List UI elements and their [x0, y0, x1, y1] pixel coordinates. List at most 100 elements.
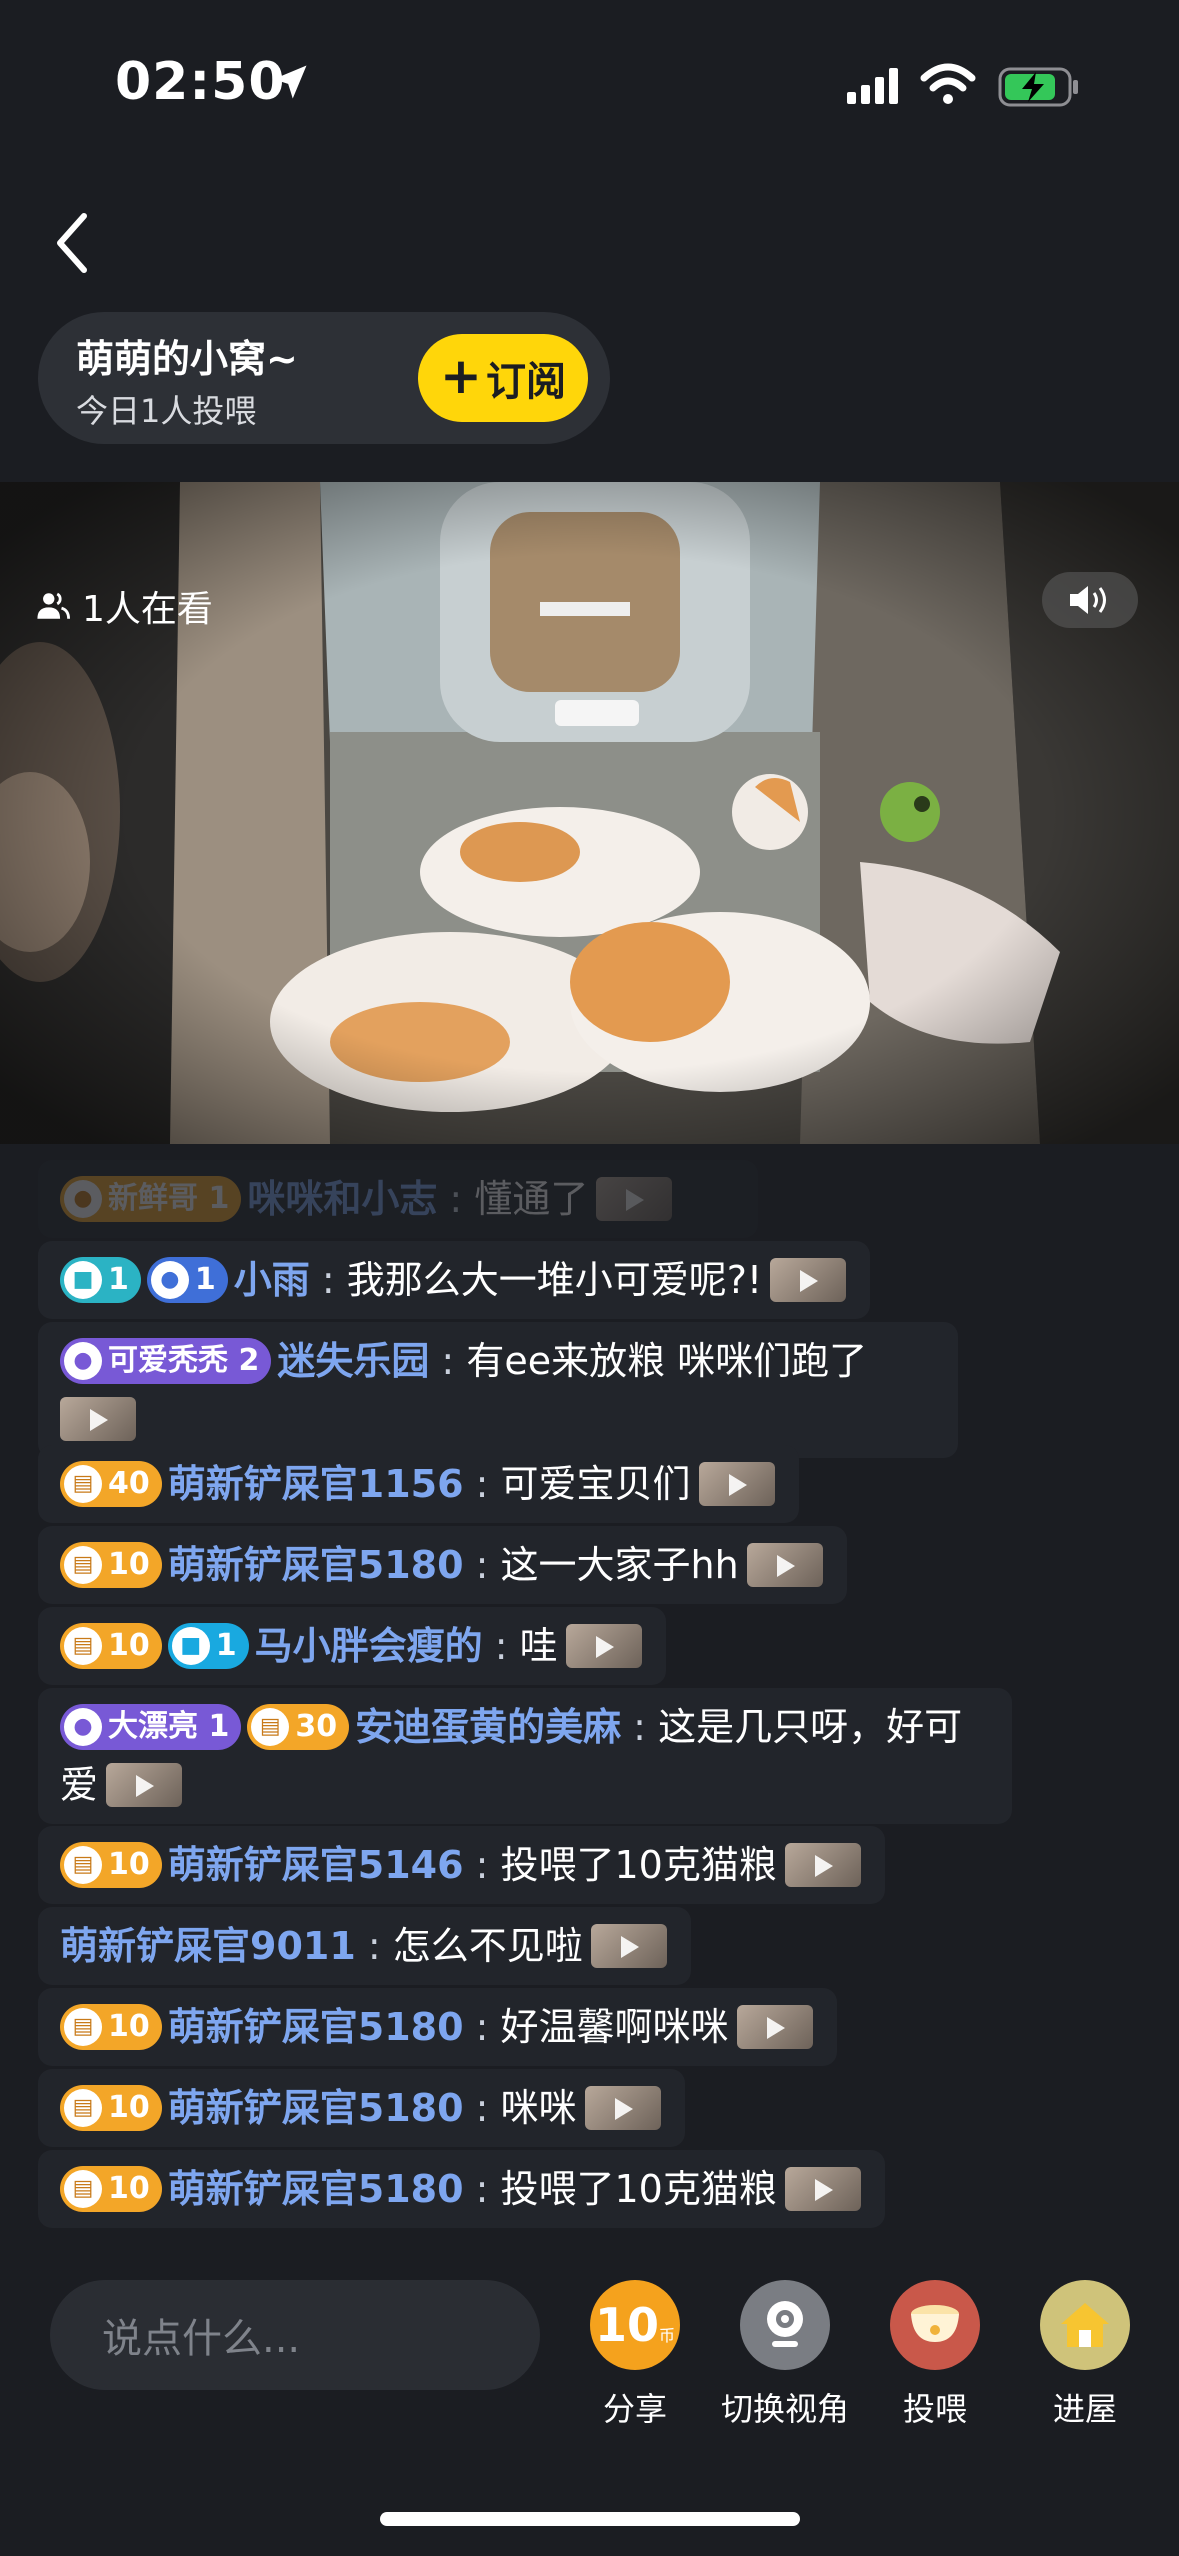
- chat-message: ■ 1 ● 1 小雨 : 我那么大一堆小可爱呢?!: [38, 1241, 871, 1319]
- subscribe-label: 订阅: [485, 359, 566, 405]
- badge-icon: ●: [64, 1707, 102, 1746]
- room-info: 萌萌的小窝~ 今日1人投喂 + 订阅: [38, 312, 610, 444]
- chat-message: ● 大漂亮 1 ▤ 30 安迪蛋黄的美麻 : 这是几只呀，好可爱: [38, 1688, 1012, 1824]
- status-bar: 02:50: [0, 0, 1179, 170]
- status-time: 02:50: [115, 52, 286, 112]
- video-clip-thumbnail[interactable]: [770, 1257, 847, 1302]
- level-badge: ■ 1: [60, 1256, 141, 1303]
- subscribe-button[interactable]: + 订阅: [418, 334, 588, 422]
- level-badge: ● 1: [146, 1256, 228, 1303]
- video-clip-thumbnail[interactable]: [584, 2085, 661, 2130]
- chat-username: 萌新铲屎官5180: [167, 2086, 464, 2130]
- chat-message: 萌新铲屎官9011 : 怎么不见啦: [38, 1907, 691, 1985]
- video-clip-thumbnail[interactable]: [590, 1923, 667, 1968]
- enter-room-button[interactable]: 进屋: [1010, 2280, 1160, 2430]
- chat-text: 我那么大一堆小可爱呢?!: [346, 1258, 763, 1302]
- level-badge: ▤ 10: [60, 2003, 162, 2050]
- cellular-signal-icon: [847, 68, 898, 104]
- video-clip-thumbnail[interactable]: [106, 1762, 183, 1807]
- level-badge: ▤ 10: [60, 2084, 162, 2131]
- badge-icon: ■: [171, 1626, 210, 1665]
- chat-message: ● 可爱秃秃 2 迷失乐园 : 有ee来放粮 咪咪们跑了: [38, 1322, 958, 1458]
- sound-toggle-button[interactable]: [1042, 572, 1138, 628]
- chat-message: ▤ 10 萌新铲屎官5146 : 投喂了10克猫粮: [38, 1826, 885, 1904]
- level-badge: ● 新鲜哥 1: [60, 1175, 242, 1222]
- video-clip-thumbnail[interactable]: [784, 2166, 861, 2211]
- chat-message: ● 新鲜哥 1 咪咪和小志 : 懂通了: [38, 1160, 758, 1238]
- level-badge: ▤ 10: [60, 2165, 162, 2212]
- chat-text: 哇: [519, 1624, 558, 1668]
- badge-icon: ▤: [64, 1626, 102, 1665]
- level-badge: ▤ 30: [247, 1703, 350, 1750]
- viewer-count-label: 1人在看: [82, 589, 213, 630]
- video-clip-thumbnail[interactable]: [784, 1842, 861, 1887]
- chat-username: 萌新铲屎官1156: [167, 1462, 464, 1506]
- chat-username: 迷失乐园: [277, 1339, 430, 1383]
- back-chevron-icon[interactable]: [48, 208, 98, 278]
- chat-text: 投喂了10克猫粮: [500, 2167, 777, 2211]
- chat-username: 小雨: [233, 1258, 310, 1302]
- location-arrow-icon: [273, 65, 307, 99]
- chat-input[interactable]: 说点什么...: [50, 2280, 540, 2390]
- share-button[interactable]: 10 币 分享: [560, 2280, 710, 2430]
- chat-username: 咪咪和小志: [247, 1177, 438, 1221]
- chat-message: ▤ 10 ■ 1 马小胖会瘦的 : 哇: [38, 1607, 666, 1685]
- wifi-icon: [920, 63, 976, 104]
- chat-text: 怎么不见啦: [392, 1924, 583, 1968]
- chat-username: 马小胖会瘦的: [254, 1624, 483, 1668]
- battery-charging-icon: [998, 67, 1078, 107]
- chat-text: 好温馨啊咪咪: [500, 2005, 729, 2049]
- badge-icon: ▤: [251, 1707, 290, 1746]
- home-indicator[interactable]: [380, 2512, 800, 2526]
- switch-view-label: 切换视角: [720, 2390, 849, 2428]
- chat-username: 萌新铲屎官5146: [167, 1843, 464, 1887]
- video-clip-thumbnail[interactable]: [746, 1542, 823, 1587]
- house-icon: [1040, 2280, 1130, 2370]
- badge-icon: ▤: [64, 1545, 102, 1584]
- fan-badge: ● 大漂亮 1: [60, 1703, 242, 1750]
- video-clip-thumbnail[interactable]: [60, 1396, 136, 1441]
- badge-icon: ●: [64, 1341, 102, 1380]
- chat-username: 萌新铲屎官5180: [167, 2005, 464, 2049]
- viewer-count: 1人在看: [36, 580, 213, 632]
- enter-room-label: 进屋: [1052, 2390, 1117, 2428]
- video-clip-thumbnail[interactable]: [698, 1461, 775, 1506]
- feed-label: 投喂: [902, 2390, 967, 2428]
- level-badge: ■ 1: [167, 1622, 249, 1669]
- switch-view-button[interactable]: 切换视角: [710, 2280, 860, 2430]
- video-clip-thumbnail[interactable]: [596, 1176, 673, 1221]
- person-icon: [37, 592, 70, 619]
- chat-text: 咪咪: [500, 2086, 577, 2130]
- chat-message: ▤ 10 萌新铲屎官5180 : 咪咪: [38, 2069, 685, 2147]
- level-badge: ▤ 40: [60, 1460, 162, 1507]
- fan-badge: ● 可爱秃秃 2: [60, 1337, 272, 1384]
- chat-text: 有ee来放粮 咪咪们跑了: [466, 1339, 868, 1383]
- share-label: 分享: [602, 2390, 667, 2428]
- chat-message: ▤ 10 萌新铲屎官5180 : 这一大家子hh: [38, 1526, 847, 1604]
- chat-username: 萌新铲屎官5180: [167, 1543, 464, 1587]
- chat-username: 安迪蛋黄的美麻: [355, 1705, 622, 1749]
- plus-icon: +: [440, 347, 482, 405]
- badge-icon: ■: [64, 1260, 102, 1299]
- chat-text: 懂通了: [474, 1177, 589, 1221]
- video-clip-thumbnail[interactable]: [736, 2004, 813, 2049]
- badge-icon: ▤: [64, 2007, 102, 2046]
- feed-button[interactable]: 投喂: [860, 2280, 1010, 2430]
- chat-username: 萌新铲屎官5180: [167, 2167, 464, 2211]
- chat-username: 萌新铲屎官9011: [60, 1924, 356, 1968]
- room-name: 萌萌的小窝~: [76, 337, 298, 381]
- badge-icon: ▤: [64, 1845, 102, 1884]
- chat-message: ▤ 10 萌新铲屎官5180 : 好温馨啊咪咪: [38, 1988, 837, 2066]
- level-badge: ▤ 10: [60, 1541, 162, 1588]
- badge-icon: ▤: [64, 2169, 102, 2208]
- video-clip-thumbnail[interactable]: [565, 1623, 642, 1668]
- room-feed-count: 今日1人投喂: [76, 392, 257, 430]
- badge-icon: ▤: [64, 2088, 102, 2127]
- level-badge: ▤ 10: [60, 1841, 162, 1888]
- badge-icon: ●: [64, 1179, 102, 1218]
- chat-text: 投喂了10克猫粮: [500, 1843, 777, 1887]
- chat-feed[interactable]: ● 新鲜哥 1 咪咪和小志 : 懂通了 ■ 1 ● 1 小雨 : 我那么大一堆小可爱呢?! …: [38, 1160, 1138, 2230]
- level-badge: ▤ 10: [60, 1622, 162, 1669]
- chat-message: ▤ 40 萌新铲屎官1156 : 可爱宝贝们: [38, 1445, 799, 1523]
- badge-icon: ▤: [64, 1464, 102, 1503]
